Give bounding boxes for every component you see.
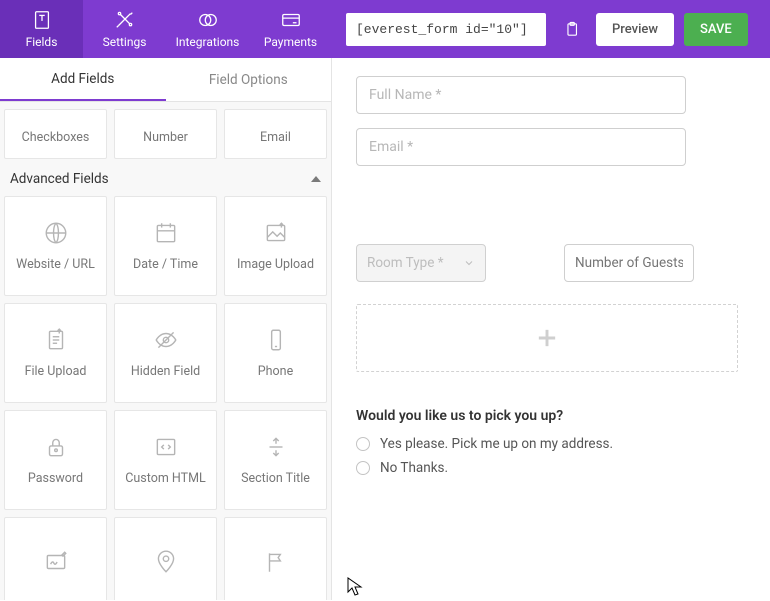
field-phone[interactable]: Phone	[224, 303, 327, 403]
flag-icon	[263, 549, 289, 575]
location-icon	[153, 549, 179, 575]
integrations-icon	[197, 9, 219, 31]
group-advanced-header[interactable]: Advanced Fields	[4, 159, 327, 189]
field-address[interactable]	[114, 517, 217, 600]
image-upload-icon	[263, 220, 289, 246]
tab-payments-label: Payments	[264, 35, 317, 49]
subtab-field-options[interactable]: Field Options	[166, 58, 332, 101]
field-label: Custom HTML	[125, 471, 205, 486]
save-button[interactable]: SAVE	[684, 13, 748, 46]
field-custom-html[interactable]: Custom HTML	[114, 410, 217, 510]
field-label: Image Upload	[237, 257, 314, 272]
field-number[interactable]: Number	[114, 109, 217, 159]
field-signature[interactable]	[4, 517, 107, 600]
fields-icon	[31, 9, 53, 31]
field-label: Website / URL	[16, 257, 95, 272]
field-label: Password	[28, 471, 83, 486]
copy-shortcode-button[interactable]	[556, 11, 586, 47]
radio-icon	[356, 461, 370, 475]
chevron-up-icon	[311, 176, 321, 182]
tab-integrations[interactable]: Integrations	[166, 0, 249, 58]
field-hidden[interactable]: Hidden Field	[114, 303, 217, 403]
field-checkboxes[interactable]: Checkboxes	[4, 109, 107, 159]
field-label: File Upload	[25, 364, 87, 379]
html-icon	[153, 434, 179, 460]
settings-icon	[114, 9, 136, 31]
radio-label: No Thanks.	[380, 460, 448, 476]
plus-icon	[533, 324, 561, 352]
tab-integrations-label: Integrations	[176, 35, 240, 49]
phone-icon	[263, 327, 289, 353]
globe-icon	[43, 220, 69, 246]
group-title: Advanced Fields	[10, 171, 109, 187]
roomtype-placeholder: Room Type *	[367, 255, 444, 271]
field-country[interactable]	[224, 517, 327, 600]
clipboard-icon	[563, 21, 580, 38]
field-password[interactable]: Password	[4, 410, 107, 510]
section-icon	[263, 434, 289, 460]
tab-payments[interactable]: Payments	[249, 0, 332, 58]
chevron-down-icon	[463, 257, 475, 269]
field-file-upload[interactable]: File Upload	[4, 303, 107, 403]
dropzone[interactable]	[356, 304, 738, 372]
roomtype-select[interactable]: Room Type *	[356, 244, 486, 282]
field-label: Email	[260, 130, 291, 145]
preview-button[interactable]: Preview	[596, 13, 674, 46]
radio-option-yes[interactable]: Yes please. Pick me up on my address.	[356, 436, 760, 452]
radio-label: Yes please. Pick me up on my address.	[380, 436, 613, 452]
tab-fields-label: Fields	[26, 35, 58, 49]
fullname-input[interactable]	[356, 76, 686, 114]
guests-input[interactable]	[564, 244, 694, 282]
field-image-upload[interactable]: Image Upload	[224, 196, 327, 296]
field-datetime[interactable]: Date / Time	[114, 196, 217, 296]
field-label: Section Title	[241, 471, 310, 486]
email-input[interactable]	[356, 128, 686, 166]
field-section-title[interactable]: Section Title	[224, 410, 327, 510]
field-label: Phone	[258, 364, 293, 379]
calendar-icon	[153, 220, 179, 246]
question-label: Would you like us to pick you up?	[356, 408, 760, 424]
field-label: Number	[143, 130, 188, 145]
tab-fields[interactable]: Fields	[0, 0, 83, 58]
field-label: Hidden Field	[131, 364, 200, 379]
hidden-icon	[153, 327, 179, 353]
signature-icon	[43, 549, 69, 575]
tab-settings[interactable]: Settings	[83, 0, 166, 58]
file-upload-icon	[43, 327, 69, 353]
radio-option-no[interactable]: No Thanks.	[356, 460, 760, 476]
field-label: Date / Time	[133, 257, 198, 272]
field-website[interactable]: Website / URL	[4, 196, 107, 296]
subtab-add-fields[interactable]: Add Fields	[0, 58, 166, 101]
field-email[interactable]: Email	[224, 109, 327, 159]
radio-icon	[356, 437, 370, 451]
tab-settings-label: Settings	[103, 35, 147, 49]
lock-icon	[43, 434, 69, 460]
payments-icon	[280, 9, 302, 31]
shortcode-display[interactable]: [everest_form id="10"]	[346, 13, 546, 46]
field-label: Checkboxes	[22, 130, 90, 145]
